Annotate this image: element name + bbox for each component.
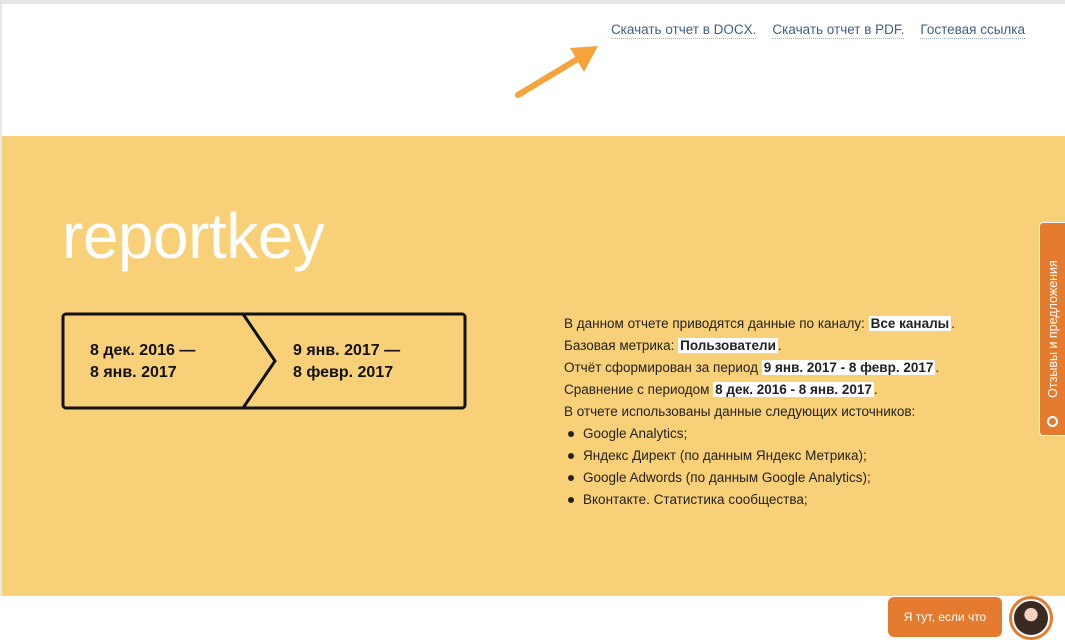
info-compare-line: Сравнение с периодом 8 дек. 2016 - 8 янв…: [564, 379, 955, 401]
download-pdf-link[interactable]: Скачать отчет в PDF.: [772, 22, 905, 39]
info-period-line: Отчёт сформирован за период 9 янв. 2017 …: [564, 357, 955, 379]
top-border: [0, 0, 1065, 4]
pointer-arrow-icon: [515, 46, 598, 98]
info-metric-prefix: Базовая метрика:: [564, 338, 675, 353]
bullet-dot-icon: [568, 475, 574, 481]
period-compare-start: 9 янв. 2017 —: [293, 342, 401, 359]
chat-bubble-text: Я тут, если что: [903, 610, 987, 624]
info-metric-line: Базовая метрика: Пользователи.: [564, 335, 955, 357]
report-hero: reportkey 8 дек. 2016 — 8 янв. 2017 9 ян…: [2, 136, 1065, 596]
period-value: 9 янв. 2017 - 8 февр. 2017: [761, 360, 936, 375]
info-compare-suffix: .: [873, 382, 878, 397]
chat-widget-bubble[interactable]: Я тут, если что: [888, 597, 1002, 637]
feedback-tab[interactable]: Отзывы и предложения: [1039, 222, 1065, 436]
compare-period-value: 8 дек. 2016 - 8 янв. 2017: [713, 382, 874, 397]
brand-logo: reportkey: [62, 200, 325, 272]
bullet-dot-icon: [568, 497, 574, 503]
sources-list: Google Analytics; Яндекс Директ (по данн…: [564, 423, 955, 511]
info-channel-prefix: В данном отчете приводятся данные по кан…: [564, 316, 865, 331]
info-period-prefix: Отчёт сформирован за период: [564, 360, 759, 375]
info-channel-suffix: .: [951, 316, 955, 331]
lightbulb-icon: [1047, 416, 1058, 427]
bullet-dot-icon: [568, 431, 574, 437]
info-channel-line: В данном отчете приводятся данные по кан…: [564, 313, 955, 335]
metric-value: Пользователи: [678, 338, 778, 353]
download-docx-link[interactable]: Скачать отчет в DOCX.: [610, 22, 757, 39]
bullet-dot-icon: [568, 453, 574, 459]
chevron-divider-icon: [241, 313, 277, 409]
period-compare: 9 янв. 2017 — 8 февр. 2017: [293, 340, 400, 384]
period-current-end: 8 янв. 2017: [90, 364, 177, 381]
source-label: Вконтакте. Статистика сообщества;: [583, 492, 808, 507]
list-item: Google Adwords (по данным Google Analyti…: [564, 467, 955, 489]
period-compare-end: 8 февр. 2017: [293, 364, 394, 381]
guest-link[interactable]: Гостевая ссылка: [920, 22, 1025, 39]
source-label: Google Analytics;: [583, 426, 688, 441]
source-label: Яндекс Директ (по данным Яндекс Метрика)…: [583, 448, 867, 463]
info-period-suffix: .: [935, 360, 940, 375]
sources-intro: В отчете использованы данные следующих и…: [564, 404, 916, 419]
list-item: Вконтакте. Статистика сообщества;: [564, 489, 955, 511]
period-current: 8 дек. 2016 — 8 янв. 2017: [90, 340, 195, 384]
feedback-tab-label: Отзывы и предложения: [1045, 260, 1060, 398]
info-metric-suffix: .: [777, 338, 782, 353]
period-comparison-box: 8 дек. 2016 — 8 янв. 2017 9 янв. 2017 — …: [61, 312, 467, 410]
info-compare-prefix: Сравнение с периодом: [564, 382, 710, 397]
report-actions-nav: Скачать отчет в DOCX. Скачать отчет в PD…: [610, 22, 1025, 39]
period-current-start: 8 дек. 2016 —: [90, 342, 196, 359]
avatar-photo: [1012, 599, 1050, 637]
source-label: Google Adwords (по данным Google Analyti…: [583, 470, 871, 485]
list-item: Google Analytics;: [564, 423, 955, 445]
report-info: В данном отчете приводятся данные по кан…: [564, 313, 955, 511]
consultant-avatar[interactable]: [1009, 596, 1053, 640]
list-item: Яндекс Директ (по данным Яндекс Метрика)…: [564, 445, 955, 467]
channel-value: Все каналы: [868, 316, 952, 331]
